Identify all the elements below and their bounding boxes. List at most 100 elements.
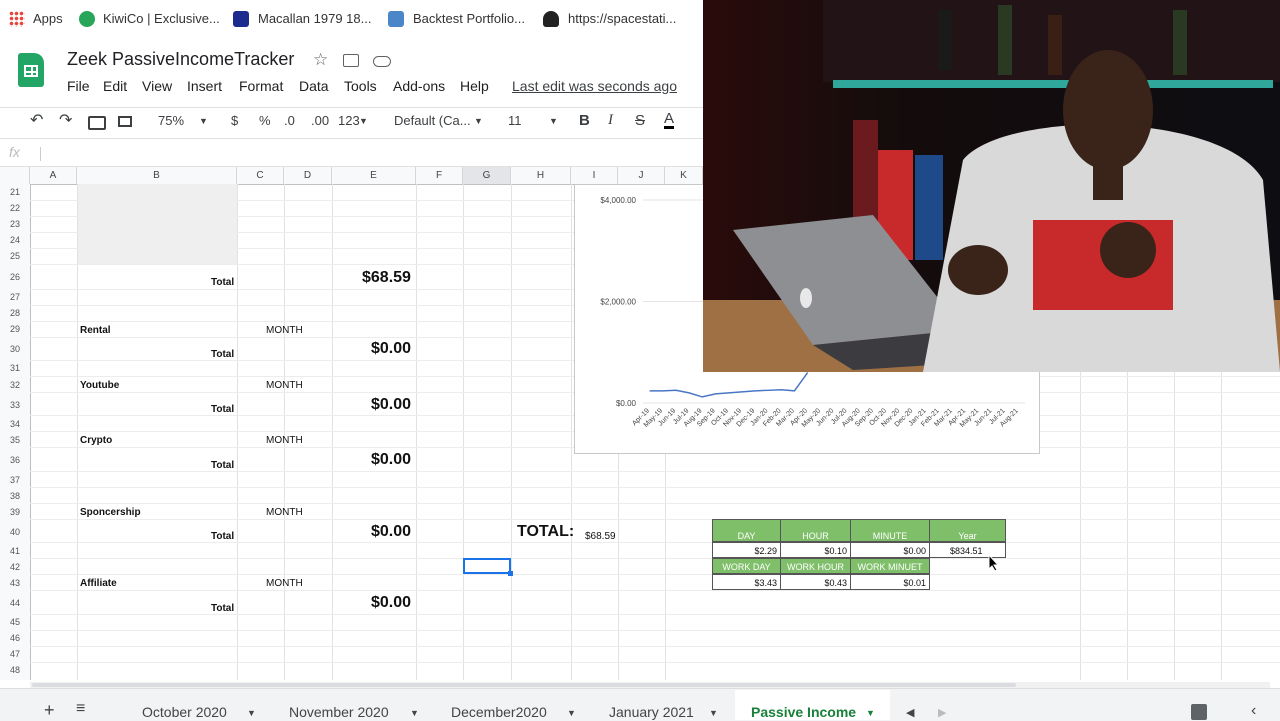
row-header[interactable]: 34 bbox=[0, 419, 30, 429]
column-header-c[interactable]: C bbox=[237, 167, 284, 184]
row-header[interactable]: 21 bbox=[0, 187, 30, 197]
row-header[interactable]: 44 bbox=[0, 598, 30, 608]
column-header-h[interactable]: H bbox=[511, 167, 571, 184]
chevron-down-icon[interactable]: ▼ bbox=[410, 708, 419, 718]
number-format-select[interactable]: 123 bbox=[338, 113, 360, 128]
column-header-d[interactable]: D bbox=[284, 167, 332, 184]
italic-button[interactable]: I bbox=[608, 112, 613, 129]
bookmark-spacestation[interactable]: https://spacestati... bbox=[568, 11, 676, 26]
menu-help[interactable]: Help bbox=[460, 78, 489, 94]
row-header[interactable]: 36 bbox=[0, 455, 30, 465]
row-header[interactable]: 39 bbox=[0, 507, 30, 517]
row-header[interactable]: 29 bbox=[0, 324, 30, 334]
row-header[interactable]: 28 bbox=[0, 308, 30, 318]
sheet-tab-january-2021[interactable]: January 2021 bbox=[609, 704, 694, 720]
row-header[interactable]: 47 bbox=[0, 649, 30, 659]
chevron-down-icon[interactable]: ▼ bbox=[199, 116, 208, 126]
sheet-tab-november-2020[interactable]: November 2020 bbox=[289, 704, 389, 720]
column-header-k[interactable]: K bbox=[665, 167, 703, 184]
row-header[interactable]: 23 bbox=[0, 219, 30, 229]
menu-insert[interactable]: Insert bbox=[187, 78, 222, 94]
menu-format[interactable]: Format bbox=[239, 78, 283, 94]
row-header[interactable]: 27 bbox=[0, 292, 30, 302]
font-size-select[interactable]: 11 bbox=[508, 113, 522, 128]
undo-icon[interactable]: ↶ bbox=[30, 110, 43, 130]
chevron-down-icon[interactable]: ▼ bbox=[247, 708, 256, 718]
menu-file[interactable]: File bbox=[67, 78, 90, 94]
chevron-down-icon[interactable]: ▼ bbox=[866, 708, 875, 718]
column-header-j[interactable]: J bbox=[618, 167, 665, 184]
total-amount: $0.00 bbox=[371, 451, 412, 468]
row-header[interactable]: 25 bbox=[0, 251, 30, 261]
scroll-tabs-right-icon[interactable]: ▶ bbox=[938, 706, 946, 719]
column-header-a[interactable]: A bbox=[30, 167, 77, 184]
star-icon[interactable]: ☆ bbox=[313, 50, 328, 70]
scrollbar-thumb[interactable] bbox=[32, 683, 1016, 687]
menu-edit[interactable]: Edit bbox=[103, 78, 127, 94]
all-sheets-icon[interactable]: ≡ bbox=[76, 700, 85, 718]
last-edit-link[interactable]: Last edit was seconds ago bbox=[512, 78, 677, 94]
bookmark-apps[interactable]: Apps bbox=[33, 11, 63, 26]
font-select[interactable]: Default (Ca... bbox=[394, 113, 471, 128]
bold-button[interactable]: B bbox=[579, 112, 590, 129]
row-header[interactable]: 45 bbox=[0, 617, 30, 627]
row-header[interactable]: 30 bbox=[0, 344, 30, 354]
menu-tools[interactable]: Tools bbox=[344, 78, 377, 94]
menu-data[interactable]: Data bbox=[299, 78, 329, 94]
row-header[interactable]: 40 bbox=[0, 527, 30, 537]
row-header[interactable]: 32 bbox=[0, 380, 30, 390]
chevron-down-icon[interactable]: ▼ bbox=[549, 116, 558, 126]
paint-format-icon[interactable] bbox=[118, 116, 132, 127]
increase-decimal-button[interactable]: .00 bbox=[311, 113, 329, 128]
percent-format-button[interactable]: % bbox=[259, 113, 271, 128]
fill-handle[interactable] bbox=[508, 571, 513, 576]
row-header[interactable]: 31 bbox=[0, 363, 30, 373]
currency-format-button[interactable]: $ bbox=[231, 113, 238, 128]
move-folder-icon[interactable] bbox=[343, 54, 359, 67]
sheet-tab-passive-income[interactable]: Passive Income bbox=[751, 704, 856, 720]
row-header[interactable]: 41 bbox=[0, 546, 30, 556]
column-header-b[interactable]: B bbox=[77, 167, 237, 184]
print-icon[interactable] bbox=[88, 116, 106, 130]
row-header[interactable]: 26 bbox=[0, 272, 30, 282]
row-header[interactable]: 43 bbox=[0, 578, 30, 588]
row-header[interactable]: 33 bbox=[0, 400, 30, 410]
chevron-down-icon[interactable]: ▼ bbox=[474, 116, 483, 126]
text-color-button[interactable]: A bbox=[664, 111, 675, 129]
row-header[interactable]: 46 bbox=[0, 633, 30, 643]
bookmark-macallan[interactable]: Macallan 1979 18... bbox=[258, 11, 371, 26]
row-header[interactable]: 42 bbox=[0, 562, 30, 572]
column-header-e[interactable]: E bbox=[332, 167, 416, 184]
row-header[interactable]: 37 bbox=[0, 475, 30, 485]
column-header-g[interactable]: G bbox=[463, 167, 511, 184]
select-all-corner[interactable] bbox=[0, 167, 30, 184]
apps-grid-icon[interactable] bbox=[9, 11, 25, 27]
explore-icon[interactable] bbox=[1191, 704, 1207, 720]
menu-addons[interactable]: Add-ons bbox=[393, 78, 445, 94]
decrease-decimal-button[interactable]: .0 bbox=[284, 113, 295, 128]
column-header-f[interactable]: F bbox=[416, 167, 463, 184]
row-header[interactable]: 35 bbox=[0, 435, 30, 445]
row-header[interactable]: 48 bbox=[0, 665, 30, 675]
row-header[interactable]: 38 bbox=[0, 491, 30, 501]
sheets-logo-icon[interactable] bbox=[18, 53, 44, 87]
sheet-tab-december-2020[interactable]: December2020 bbox=[451, 704, 547, 720]
chevron-down-icon[interactable]: ▼ bbox=[567, 708, 576, 718]
chevron-down-icon[interactable]: ▼ bbox=[709, 708, 718, 718]
strikethrough-button[interactable]: S bbox=[635, 112, 645, 129]
side-panel-toggle-icon[interactable]: ‹ bbox=[1251, 702, 1256, 720]
sheet-tab-october-2020[interactable]: October 2020 bbox=[142, 704, 227, 720]
zoom-select[interactable]: 75% bbox=[158, 113, 184, 128]
document-title[interactable]: Zeek PassiveIncomeTracker bbox=[67, 49, 294, 70]
bookmark-backtest[interactable]: Backtest Portfolio... bbox=[413, 11, 525, 26]
row-header[interactable]: 22 bbox=[0, 203, 30, 213]
scroll-tabs-left-icon[interactable]: ◀ bbox=[906, 706, 914, 719]
add-sheet-icon[interactable]: + bbox=[44, 700, 55, 721]
menu-view[interactable]: View bbox=[142, 78, 172, 94]
row-header[interactable]: 24 bbox=[0, 235, 30, 245]
chevron-down-icon[interactable]: ▼ bbox=[359, 116, 368, 126]
redo-icon[interactable]: ↷ bbox=[59, 110, 72, 130]
selected-cell[interactable] bbox=[463, 558, 511, 574]
column-header-i[interactable]: I bbox=[571, 167, 618, 184]
bookmark-kiwico[interactable]: KiwiCo | Exclusive... bbox=[103, 11, 220, 26]
